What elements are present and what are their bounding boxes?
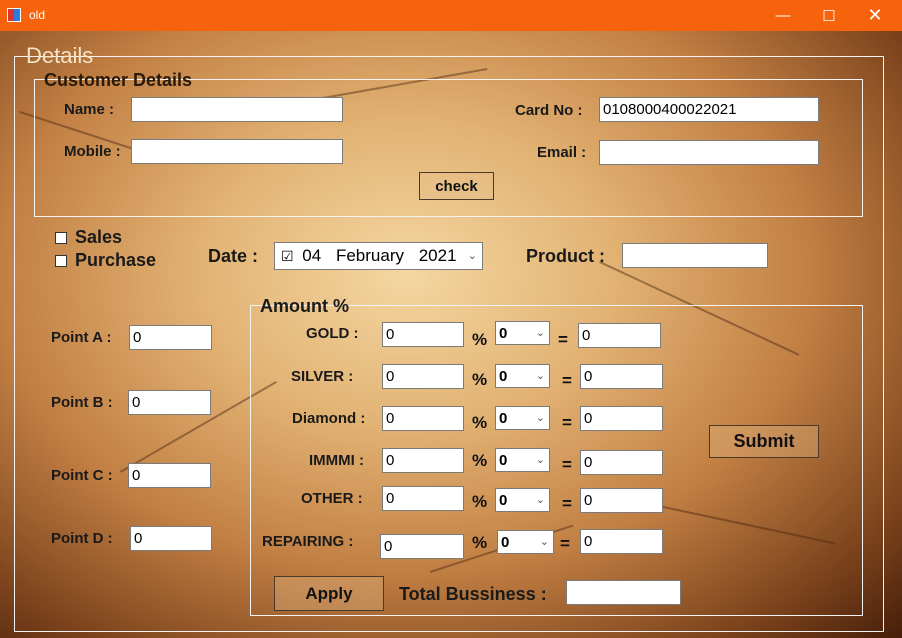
minimize-button[interactable]: —: [760, 0, 806, 31]
repairing-percent-sign: %: [472, 533, 488, 552]
silver-equals-sign: =: [562, 371, 572, 390]
point-a-input[interactable]: 0: [129, 325, 212, 350]
chevron-down-icon: ⌄: [467, 250, 477, 262]
gold-percent-select[interactable]: 0 ⌄: [495, 321, 550, 345]
silver-result-input[interactable]: 0: [580, 364, 663, 389]
chevron-down-icon: ⌄: [539, 536, 549, 548]
product-label: Product :: [526, 246, 605, 266]
gold-equals-sign: =: [558, 330, 568, 349]
app-icon: [7, 8, 21, 22]
date-label: Date :: [208, 246, 259, 266]
diamond-equals-sign: =: [562, 413, 572, 432]
chevron-down-icon: ⌄: [535, 412, 545, 424]
total-business-label: Total Bussiness :: [399, 584, 547, 604]
diamond-percent-sign: %: [472, 413, 488, 432]
point-c-label: Point C :: [51, 467, 113, 484]
sales-checkbox[interactable]: [55, 232, 67, 244]
name-label: Name :: [64, 101, 115, 118]
mobile-input[interactable]: [131, 139, 343, 164]
repairing-result-input[interactable]: 0: [580, 529, 663, 554]
point-d-input[interactable]: 0: [130, 526, 212, 551]
form-background: Details Customer Details Name : Mobile :…: [0, 31, 902, 638]
name-input[interactable]: [131, 97, 343, 122]
gold-label: GOLD :: [306, 325, 359, 342]
gold-amount-input[interactable]: 0: [382, 322, 464, 347]
total-business-input[interactable]: [566, 580, 681, 605]
application-window: old — ☐ ✕ Details Customer Details Name …: [0, 0, 902, 638]
diamond-label: Diamond :: [292, 410, 366, 427]
window-title: old: [29, 8, 46, 22]
other-equals-sign: =: [562, 494, 572, 513]
other-percent-select[interactable]: 0 ⌄: [495, 488, 550, 512]
diamond-result-input[interactable]: 0: [580, 406, 663, 431]
date-checkbox-icon[interactable]: ☑: [281, 248, 294, 264]
immmi-percent-select[interactable]: 0 ⌄: [495, 448, 550, 472]
date-day: 04: [302, 246, 322, 265]
other-percent-value: 0: [499, 492, 508, 509]
silver-percent-sign: %: [472, 370, 488, 389]
date-picker[interactable]: ☑ 04 February 2021 ⌄: [274, 242, 483, 270]
immmi-percent-value: 0: [499, 452, 508, 469]
diamond-amount-input[interactable]: 0: [382, 406, 464, 431]
repairing-equals-sign: =: [560, 534, 570, 553]
title-bar: old — ☐ ✕: [0, 0, 902, 31]
card-no-input[interactable]: 0108000400022021: [599, 97, 819, 122]
other-result-input[interactable]: 0: [580, 488, 663, 513]
details-legend: Details: [26, 43, 94, 68]
other-amount-input[interactable]: 0: [382, 486, 464, 511]
repairing-percent-value: 0: [501, 534, 510, 551]
amount-legend: Amount %: [260, 296, 349, 316]
email-label: Email :: [537, 144, 587, 161]
date-year: 2021: [418, 246, 457, 265]
repairing-percent-select[interactable]: 0 ⌄: [497, 530, 554, 554]
diamond-percent-value: 0: [499, 410, 508, 427]
repairing-amount-input[interactable]: 0: [380, 534, 464, 559]
repairing-label: REPAIRING :: [262, 533, 354, 550]
diamond-percent-select[interactable]: 0 ⌄: [495, 406, 550, 430]
email-input[interactable]: [599, 140, 819, 165]
check-button[interactable]: check: [419, 172, 494, 200]
point-a-label: Point A :: [51, 329, 112, 346]
chevron-down-icon: ⌄: [535, 370, 545, 382]
apply-button[interactable]: Apply: [274, 576, 384, 611]
gold-percent-value: 0: [499, 325, 508, 342]
point-c-input[interactable]: 0: [128, 463, 211, 488]
other-label: OTHER :: [301, 490, 363, 507]
immmi-label: IMMMI :: [309, 452, 364, 469]
silver-percent-select[interactable]: 0 ⌄: [495, 364, 550, 388]
maximize-button[interactable]: ☐: [806, 0, 852, 31]
immmi-percent-sign: %: [472, 451, 488, 470]
purchase-checkbox[interactable]: [55, 255, 67, 267]
point-b-label: Point B :: [51, 394, 113, 411]
gold-percent-sign: %: [472, 330, 488, 349]
silver-amount-input[interactable]: 0: [382, 364, 464, 389]
point-b-input[interactable]: 0: [128, 390, 211, 415]
product-input[interactable]: [622, 243, 768, 268]
submit-button[interactable]: Submit: [709, 425, 819, 458]
point-d-label: Point D :: [51, 530, 113, 547]
immmi-equals-sign: =: [562, 455, 572, 474]
date-month: February: [335, 246, 404, 265]
sales-label: Sales: [75, 227, 123, 247]
silver-percent-value: 0: [499, 368, 508, 385]
mobile-label: Mobile :: [64, 143, 121, 160]
immmi-result-input[interactable]: 0: [580, 450, 663, 475]
immmi-amount-input[interactable]: 0: [382, 448, 464, 473]
other-percent-sign: %: [472, 492, 488, 511]
gold-result-input[interactable]: 0: [578, 323, 661, 348]
chevron-down-icon: ⌄: [535, 454, 545, 466]
card-no-label: Card No :: [515, 102, 583, 119]
purchase-label: Purchase: [75, 250, 157, 270]
chevron-down-icon: ⌄: [535, 494, 545, 506]
customer-details-legend: Customer Details: [44, 70, 193, 90]
close-button[interactable]: ✕: [852, 0, 898, 31]
chevron-down-icon: ⌄: [535, 327, 545, 339]
silver-label: SILVER :: [291, 368, 354, 385]
